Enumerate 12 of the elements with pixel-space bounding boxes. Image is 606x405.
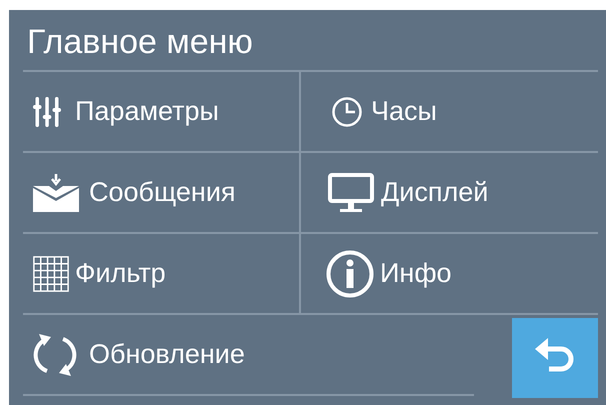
back-button[interactable] bbox=[512, 318, 598, 398]
monitor-icon bbox=[327, 172, 375, 212]
menu-item[interactable]: Инфо bbox=[301, 234, 598, 315]
menu-item[interactable]: Сообщения bbox=[23, 153, 301, 234]
grid-icon bbox=[33, 254, 69, 294]
menu-item[interactable]: Параметры bbox=[23, 72, 301, 153]
menu-item[interactable]: Обновление bbox=[23, 315, 474, 396]
info-icon bbox=[326, 250, 374, 298]
menu-item[interactable]: Дисплей bbox=[301, 153, 598, 234]
menu-item[interactable]: Фильтр bbox=[23, 234, 301, 315]
menu-item[interactable]: Часы bbox=[301, 72, 598, 153]
menu-title: Главное меню bbox=[23, 10, 598, 72]
